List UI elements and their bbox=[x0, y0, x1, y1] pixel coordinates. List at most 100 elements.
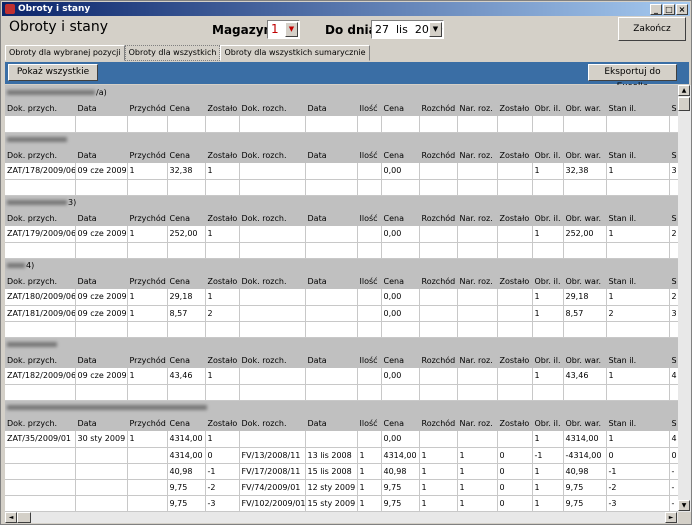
data-grid[interactable]: /a) Dok. przych. Data Przychód Cena Zostało Do… bbox=[5, 85, 678, 512]
column-header[interactable]: Zostało bbox=[205, 415, 240, 431]
scroll-left-icon[interactable]: ◄ bbox=[5, 512, 17, 523]
table-cell[interactable]: - bbox=[669, 479, 678, 496]
column-header[interactable]: Stan il. bbox=[606, 415, 670, 431]
column-header[interactable]: S bbox=[669, 100, 678, 116]
table-cell[interactable]: 1 bbox=[205, 289, 240, 306]
table-cell[interactable] bbox=[357, 321, 382, 338]
table-cell[interactable] bbox=[357, 305, 382, 322]
table-cell[interactable] bbox=[497, 305, 533, 322]
table-cell[interactable] bbox=[75, 242, 128, 259]
table-cell[interactable]: 1 bbox=[532, 305, 564, 322]
table-cell[interactable]: 30 sty 2009 bbox=[75, 431, 128, 448]
column-header[interactable]: Dok. rozch. bbox=[239, 210, 306, 226]
table-cell[interactable]: FV/74/2009/01 bbox=[239, 479, 306, 496]
table-cell[interactable] bbox=[305, 305, 358, 322]
table-cell[interactable] bbox=[669, 384, 678, 401]
table-cell[interactable]: 1 bbox=[532, 463, 564, 480]
table-cell[interactable]: 1 bbox=[127, 289, 168, 306]
table-cell[interactable]: 1 bbox=[419, 479, 458, 496]
scroll-thumb[interactable] bbox=[678, 97, 690, 111]
table-cell[interactable] bbox=[305, 179, 358, 196]
column-header[interactable]: Przychód bbox=[127, 352, 168, 368]
table-cell[interactable] bbox=[532, 116, 564, 133]
column-header[interactable]: Cena bbox=[381, 415, 420, 431]
column-header[interactable]: Zostało bbox=[497, 147, 533, 163]
column-header[interactable]: Zostało bbox=[497, 210, 533, 226]
table-cell[interactable] bbox=[457, 226, 498, 243]
table-cell[interactable] bbox=[239, 163, 306, 180]
table-cell[interactable] bbox=[381, 179, 420, 196]
table-cell[interactable]: 0 bbox=[606, 447, 670, 464]
table-cell[interactable] bbox=[305, 384, 358, 401]
table-cell[interactable]: 1 bbox=[606, 226, 670, 243]
date-picker[interactable]: 27 lis 2009 ▼ bbox=[371, 20, 444, 39]
table-cell[interactable]: 0 bbox=[497, 447, 533, 464]
column-header[interactable]: Obr. war. bbox=[563, 415, 607, 431]
table-cell[interactable]: -3 bbox=[205, 495, 240, 512]
column-header[interactable]: Dok. rozch. bbox=[239, 352, 306, 368]
column-header[interactable]: Obr. il. bbox=[532, 100, 564, 116]
table-cell[interactable]: 0,00 bbox=[381, 226, 420, 243]
column-header[interactable]: Nar. roz. bbox=[457, 210, 498, 226]
column-header[interactable]: Zostało bbox=[205, 100, 240, 116]
tab-wszystkich-sumarycznie[interactable]: Obroty dla wszystkich sumarycznie bbox=[220, 45, 370, 61]
table-cell[interactable] bbox=[127, 179, 168, 196]
column-header[interactable]: Obr. war. bbox=[563, 273, 607, 289]
table-cell[interactable]: -2 bbox=[606, 479, 670, 496]
table-cell[interactable]: 40,98 bbox=[381, 463, 420, 480]
column-header[interactable]: Obr. war. bbox=[563, 352, 607, 368]
column-header[interactable]: Zostało bbox=[497, 273, 533, 289]
table-cell[interactable] bbox=[75, 116, 128, 133]
table-cell[interactable] bbox=[419, 384, 458, 401]
column-header[interactable]: Ilość bbox=[357, 210, 382, 226]
table-cell[interactable] bbox=[239, 226, 306, 243]
table-row[interactable]: ZAT/35/2009/01 30 sty 2009 1 4314,00 1 0,00 1 4… bbox=[5, 431, 678, 448]
table-cell[interactable]: 40,98 bbox=[167, 463, 206, 480]
column-header[interactable]: Cena bbox=[167, 147, 206, 163]
empty-row[interactable] bbox=[5, 242, 678, 259]
column-header[interactable]: Data bbox=[75, 352, 128, 368]
table-cell[interactable] bbox=[5, 116, 76, 133]
column-header[interactable]: S bbox=[669, 210, 678, 226]
table-cell[interactable] bbox=[419, 305, 458, 322]
table-cell[interactable]: 0 bbox=[497, 495, 533, 512]
table-cell[interactable]: -4314,00 bbox=[563, 447, 607, 464]
column-header[interactable]: Ilość bbox=[357, 147, 382, 163]
table-cell[interactable] bbox=[606, 116, 670, 133]
table-cell[interactable] bbox=[357, 242, 382, 259]
column-header[interactable]: Cena bbox=[167, 352, 206, 368]
column-header[interactable]: Cena bbox=[381, 273, 420, 289]
table-cell[interactable] bbox=[669, 179, 678, 196]
scroll-right-icon[interactable]: ► bbox=[665, 512, 677, 523]
column-header[interactable]: Ilość bbox=[357, 415, 382, 431]
table-cell[interactable]: 1 bbox=[127, 163, 168, 180]
table-cell[interactable] bbox=[305, 321, 358, 338]
column-header[interactable]: Dok. przych. bbox=[5, 352, 76, 368]
column-header[interactable]: Obr. il. bbox=[532, 273, 564, 289]
table-cell[interactable] bbox=[167, 116, 206, 133]
table-cell[interactable] bbox=[357, 226, 382, 243]
table-cell[interactable]: 40,98 bbox=[563, 463, 607, 480]
column-header[interactable]: Cena bbox=[381, 210, 420, 226]
table-cell[interactable]: 0,00 bbox=[381, 289, 420, 306]
column-header[interactable]: Cena bbox=[167, 273, 206, 289]
table-row[interactable]: ZAT/178/2009/06 09 cze 2009 1 32,38 1 0,00 1 32… bbox=[5, 163, 678, 180]
maximize-button[interactable]: □ bbox=[663, 4, 675, 15]
table-cell[interactable]: 1 bbox=[357, 463, 382, 480]
table-row[interactable]: ZAT/181/2009/06 09 cze 2009 1 8,57 2 0,00 1 8,5… bbox=[5, 305, 678, 322]
table-cell[interactable] bbox=[532, 179, 564, 196]
column-header[interactable]: Cena bbox=[381, 100, 420, 116]
minimize-button[interactable]: _ bbox=[650, 4, 662, 15]
table-cell[interactable] bbox=[419, 179, 458, 196]
table-cell[interactable] bbox=[75, 179, 128, 196]
table-cell[interactable]: 1 bbox=[606, 289, 670, 306]
table-cell[interactable] bbox=[606, 321, 670, 338]
table-cell[interactable]: 1 bbox=[606, 368, 670, 385]
table-cell[interactable] bbox=[497, 289, 533, 306]
table-cell[interactable]: 9,75 bbox=[167, 495, 206, 512]
column-header[interactable]: Cena bbox=[167, 210, 206, 226]
table-row[interactable]: ZAT/180/2009/06 09 cze 2009 1 29,18 1 0,00 1 29… bbox=[5, 289, 678, 306]
table-cell[interactable]: 2 bbox=[205, 305, 240, 322]
column-header[interactable]: Obr. war. bbox=[563, 100, 607, 116]
table-cell[interactable]: 1 bbox=[419, 447, 458, 464]
